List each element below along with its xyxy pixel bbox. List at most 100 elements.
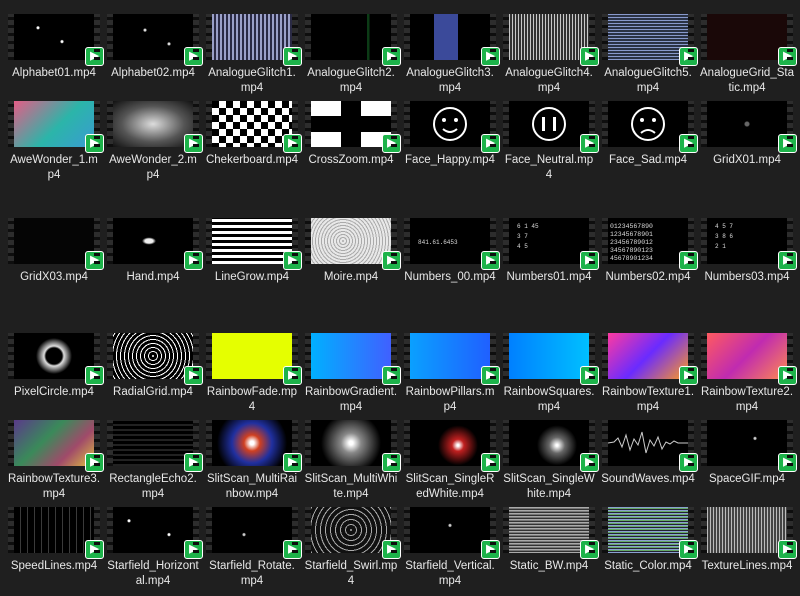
file-item[interactable]: 01234567890 12345678901 23456789012 3456789… bbox=[599, 218, 698, 285]
file-item[interactable]: ▶ RainbowSquares.mp4 bbox=[500, 333, 599, 415]
video-thumbnail[interactable]: ▶ bbox=[305, 101, 401, 153]
file-item[interactable]: ▶ SlitScan_MultiWhite.mp4 bbox=[302, 420, 401, 502]
file-item[interactable]: ▶ TextureLines.mp4 bbox=[698, 507, 797, 574]
file-item[interactable]: ▶ AnalogueGrid_Static.mp4 bbox=[698, 14, 797, 96]
file-grid: ▶ Alphabet01.mp4 ▶ Alphabet02.mp4 ▶ AnalogueG… bbox=[0, 0, 800, 596]
video-thumbnail[interactable]: 841.61.6453 ▶ bbox=[404, 218, 500, 270]
video-thumbnail[interactable]: ▶ bbox=[404, 14, 500, 66]
video-thumbnail[interactable]: ▶ bbox=[107, 14, 203, 66]
video-thumbnail[interactable]: ▶ bbox=[701, 507, 797, 559]
video-thumbnail[interactable]: ▶ bbox=[8, 14, 104, 66]
video-thumbnail[interactable]: ▶ bbox=[701, 14, 797, 66]
file-item[interactable]: ▶ RainbowTexture2.mp4 bbox=[698, 333, 797, 415]
video-thumbnail[interactable]: ▶ bbox=[503, 333, 599, 385]
file-item[interactable]: ▶ Alphabet01.mp4 bbox=[5, 14, 104, 81]
file-item[interactable]: ▶ LineGrow.mp4 bbox=[203, 218, 302, 285]
video-thumbnail[interactable]: ▶ bbox=[107, 420, 203, 472]
file-item[interactable]: ▶ RectangleEcho2.mp4 bbox=[104, 420, 203, 502]
file-name-label: LineGrow.mp4 bbox=[214, 271, 290, 283]
video-thumbnail[interactable]: 4 5 7 3 8 6 2 1 ▶ bbox=[701, 218, 797, 270]
file-item[interactable]: ▶ AnalogueGlitch4.mp4 bbox=[500, 14, 599, 96]
video-thumbnail[interactable]: ▶ bbox=[602, 420, 698, 472]
file-item[interactable]: 4 5 7 3 8 6 2 1 ▶ Numbers03.mp4 bbox=[698, 218, 797, 285]
file-item[interactable]: ▶ CrossZoom.mp4 bbox=[302, 101, 401, 168]
video-thumbnail[interactable]: ▶ bbox=[206, 507, 302, 559]
video-thumbnail[interactable]: ▶ bbox=[206, 218, 302, 270]
video-thumbnail[interactable]: ▶ bbox=[305, 507, 401, 559]
file-item[interactable]: ▶ Face_Sad.mp4 bbox=[599, 101, 698, 168]
video-thumbnail[interactable]: 6 1 45 3 7 4 5 ▶ bbox=[503, 218, 599, 270]
file-item[interactable]: ▶ Static_Color.mp4 bbox=[599, 507, 698, 574]
file-item[interactable]: ▶ Hand.mp4 bbox=[104, 218, 203, 285]
video-thumbnail[interactable]: ▶ bbox=[602, 14, 698, 66]
file-item[interactable]: ▶ SlitScan_SingleWhite.mp4 bbox=[500, 420, 599, 502]
file-item[interactable]: ▶ Starfield_Vertical.mp4 bbox=[401, 507, 500, 589]
video-thumbnail[interactable]: ▶ bbox=[503, 507, 599, 559]
file-item[interactable]: ▶ SpaceGIF.mp4 bbox=[698, 420, 797, 487]
file-item[interactable]: ▶ Starfield_Rotate.mp4 bbox=[203, 507, 302, 589]
video-thumbnail[interactable]: ▶ bbox=[8, 507, 104, 559]
video-thumbnail[interactable]: ▶ bbox=[107, 218, 203, 270]
video-thumbnail[interactable]: ▶ bbox=[602, 101, 698, 153]
file-item[interactable]: 6 1 45 3 7 4 5 ▶ Numbers01.mp4 bbox=[500, 218, 599, 285]
video-thumbnail[interactable]: ▶ bbox=[8, 101, 104, 153]
video-thumbnail[interactable]: 01234567890 12345678901 23456789012 3456789… bbox=[602, 218, 698, 270]
video-thumbnail[interactable]: ▶ bbox=[404, 101, 500, 153]
video-thumbnail[interactable]: ▶ bbox=[206, 101, 302, 153]
file-item[interactable]: ▶ AnalogueGlitch5.mp4 bbox=[599, 14, 698, 96]
file-item[interactable]: ▶ Face_Happy.mp4 bbox=[401, 101, 500, 168]
file-item[interactable]: ▶ AnalogueGlitch3.mp4 bbox=[401, 14, 500, 96]
video-thumbnail[interactable]: ▶ bbox=[305, 420, 401, 472]
file-item[interactable]: ▶ RainbowFade.mp4 bbox=[203, 333, 302, 415]
video-thumbnail[interactable]: ▶ bbox=[701, 420, 797, 472]
file-item[interactable]: ▶ Chekerboard.mp4 bbox=[203, 101, 302, 168]
file-item[interactable]: ▶ Static_BW.mp4 bbox=[500, 507, 599, 574]
file-item[interactable]: ▶ RainbowTexture1.mp4 bbox=[599, 333, 698, 415]
video-thumbnail[interactable]: ▶ bbox=[305, 14, 401, 66]
file-item[interactable]: ▶ PixelCircle.mp4 bbox=[5, 333, 104, 400]
file-item[interactable]: ▶ SoundWaves.mp4 bbox=[599, 420, 698, 487]
file-item[interactable]: ▶ AweWonder_1.mp4 bbox=[5, 101, 104, 183]
file-item[interactable]: ▶ AweWonder_2.mp4 bbox=[104, 101, 203, 183]
file-item[interactable]: ▶ RainbowGradient.mp4 bbox=[302, 333, 401, 415]
video-thumbnail[interactable]: ▶ bbox=[404, 333, 500, 385]
video-thumbnail[interactable]: ▶ bbox=[206, 333, 302, 385]
file-item[interactable]: ▶ SlitScan_SingleRedWhite.mp4 bbox=[401, 420, 500, 502]
video-thumbnail[interactable]: ▶ bbox=[107, 507, 203, 559]
file-item[interactable]: ▶ Face_Neutral.mp4 bbox=[500, 101, 599, 183]
video-thumbnail[interactable]: ▶ bbox=[701, 333, 797, 385]
file-item[interactable]: ▶ RainbowTexture3.mp4 bbox=[5, 420, 104, 502]
video-thumbnail[interactable]: ▶ bbox=[404, 420, 500, 472]
file-item[interactable]: ▶ GridX01.mp4 bbox=[698, 101, 797, 168]
file-item[interactable]: ▶ Starfield_Horizontal.mp4 bbox=[104, 507, 203, 589]
file-item[interactable]: ▶ Starfield_Swirl.mp4 bbox=[302, 507, 401, 589]
play-badge-icon: ▶ bbox=[580, 540, 599, 559]
video-thumbnail[interactable]: ▶ bbox=[8, 333, 104, 385]
file-item[interactable]: 841.61.6453 ▶ Numbers_00.mp4 bbox=[401, 218, 500, 285]
file-item[interactable]: ▶ RainbowPillars.mp4 bbox=[401, 333, 500, 415]
video-thumbnail[interactable]: ▶ bbox=[107, 101, 203, 153]
video-thumbnail[interactable]: ▶ bbox=[206, 14, 302, 66]
file-item[interactable]: ▶ AnalogueGlitch1.mp4 bbox=[203, 14, 302, 96]
video-thumbnail[interactable]: ▶ bbox=[503, 420, 599, 472]
video-thumbnail[interactable]: ▶ bbox=[206, 420, 302, 472]
thumbnail-preview bbox=[113, 333, 193, 379]
video-thumbnail[interactable]: ▶ bbox=[602, 507, 698, 559]
video-thumbnail[interactable]: ▶ bbox=[305, 333, 401, 385]
file-item[interactable]: ▶ GridX03.mp4 bbox=[5, 218, 104, 285]
video-thumbnail[interactable]: ▶ bbox=[701, 101, 797, 153]
video-thumbnail[interactable]: ▶ bbox=[503, 101, 599, 153]
file-item[interactable]: ▶ RadialGrid.mp4 bbox=[104, 333, 203, 400]
file-item[interactable]: ▶ Alphabet02.mp4 bbox=[104, 14, 203, 81]
video-thumbnail[interactable]: ▶ bbox=[8, 218, 104, 270]
video-thumbnail[interactable]: ▶ bbox=[602, 333, 698, 385]
video-thumbnail[interactable]: ▶ bbox=[107, 333, 203, 385]
video-thumbnail[interactable]: ▶ bbox=[503, 14, 599, 66]
video-thumbnail[interactable]: ▶ bbox=[305, 218, 401, 270]
video-thumbnail[interactable]: ▶ bbox=[8, 420, 104, 472]
video-thumbnail[interactable]: ▶ bbox=[404, 507, 500, 559]
file-item[interactable]: ▶ AnalogueGlitch2.mp4 bbox=[302, 14, 401, 96]
file-item[interactable]: ▶ SlitScan_MultiRainbow.mp4 bbox=[203, 420, 302, 502]
file-item[interactable]: ▶ SpeedLines.mp4 bbox=[5, 507, 104, 574]
file-item[interactable]: ▶ Moire.mp4 bbox=[302, 218, 401, 285]
